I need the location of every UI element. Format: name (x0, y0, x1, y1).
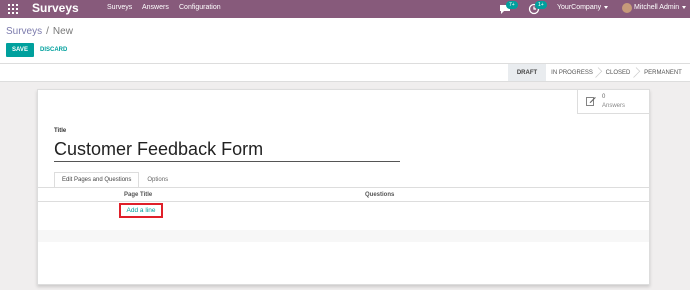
control-panel: Surveys / New SAVE DISCARD (0, 18, 690, 64)
breadcrumb-separator: / (46, 26, 49, 37)
apps-grid-icon[interactable] (8, 4, 18, 14)
top-navbar: Surveys Surveys Answers Configuration 7+… (0, 0, 690, 18)
answers-smart-button[interactable]: 0 Answers (577, 90, 649, 114)
menu-configuration[interactable]: Configuration (179, 4, 221, 11)
status-bar: DRAFT IN PROGRESS CLOSED PERMANENT (0, 64, 690, 82)
messages-badge: 7+ (506, 1, 518, 9)
form-sheet: 0 Answers Title Edit Pages and Questions… (37, 89, 650, 285)
tab-edit-pages-and-questions[interactable]: Edit Pages and Questions (54, 172, 140, 188)
stage-in-progress[interactable]: IN PROGRESS (548, 64, 596, 81)
menu-surveys[interactable]: Surveys (107, 4, 132, 11)
app-brand: Surveys (32, 1, 79, 15)
table-row (38, 242, 649, 254)
company-switcher[interactable]: YourCompany (557, 4, 609, 11)
title-input[interactable] (54, 137, 400, 162)
tab-options[interactable]: Options (139, 172, 176, 188)
menu-answers[interactable]: Answers (142, 4, 169, 11)
table-row (38, 218, 649, 230)
company-name: YourCompany (557, 4, 602, 11)
table-row (38, 230, 649, 242)
answers-label: Answers (602, 103, 626, 109)
column-page-title[interactable]: Page Title (124, 192, 152, 198)
table-header: Page Title Questions (38, 192, 649, 202)
add-a-line-link[interactable]: Add a line (119, 203, 163, 218)
title-label: Title (54, 128, 67, 134)
form-tabs: Edit Pages and Questions Options (54, 172, 176, 188)
edit-icon (586, 97, 596, 106)
answers-count: 0 (602, 94, 606, 100)
breadcrumb-current: New (52, 26, 73, 37)
tab-divider (38, 187, 649, 188)
breadcrumb-surveys[interactable]: Surveys (6, 26, 42, 37)
user-name: Mitchell Admin (634, 4, 680, 11)
discard-button[interactable]: DISCARD (40, 47, 67, 53)
avatar[interactable] (622, 3, 632, 13)
column-questions[interactable]: Questions (365, 192, 394, 198)
breadcrumb: Surveys / New (6, 26, 73, 37)
caret-down-icon (682, 5, 687, 9)
caret-down-icon (604, 5, 609, 9)
activities-badge: 1+ (535, 1, 547, 9)
stage-draft[interactable]: DRAFT (508, 64, 546, 81)
save-button[interactable]: SAVE (6, 43, 34, 57)
stage-permanent[interactable]: PERMANENT (640, 64, 686, 81)
user-menu[interactable]: Mitchell Admin (634, 4, 687, 11)
